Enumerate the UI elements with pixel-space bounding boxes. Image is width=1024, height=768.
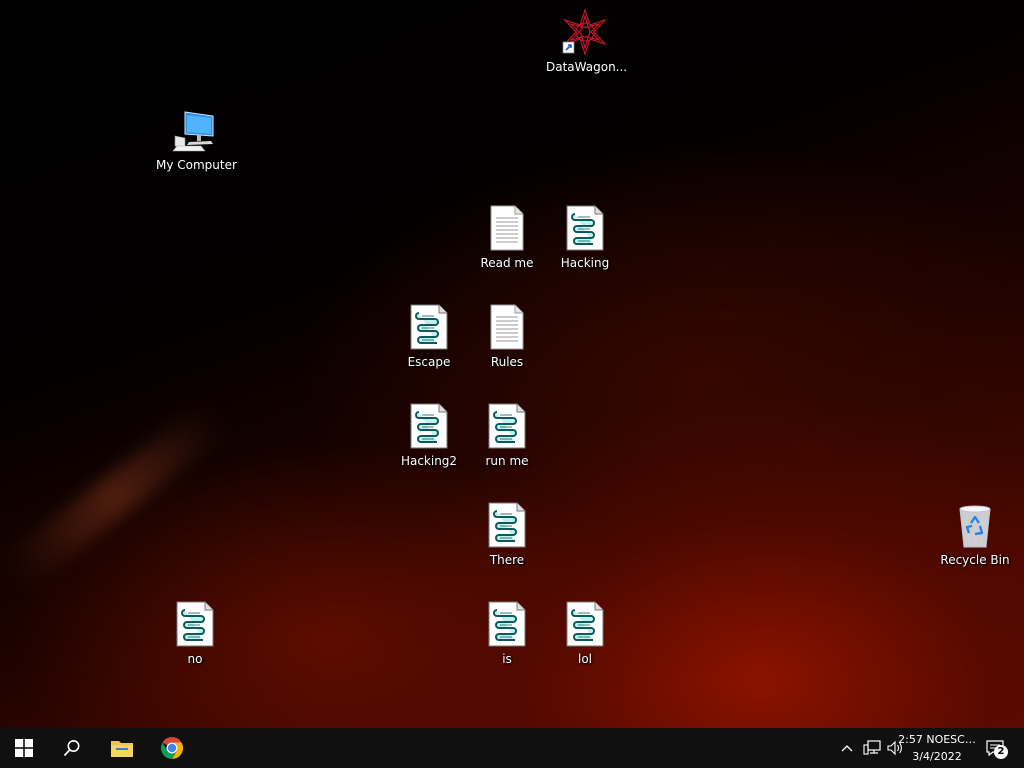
icon-label: lol — [577, 652, 592, 666]
no-script-file[interactable]: no — [156, 600, 234, 686]
icon-label: Hacking — [560, 256, 610, 270]
computer-icon — [172, 111, 214, 152]
recycle-bin-icon — [959, 505, 991, 548]
clock-time: 2:57 NOESC… — [898, 733, 976, 746]
clock[interactable]: 2:57 NOESC… 3/4/2022 — [898, 731, 976, 765]
icon-label: Hacking2 — [400, 454, 458, 468]
chrome-button[interactable] — [148, 728, 196, 768]
there-script-file[interactable]: There — [468, 501, 546, 587]
notification-count-badge: 2 — [994, 745, 1008, 759]
network-button[interactable] — [860, 728, 884, 768]
script-file-icon — [566, 205, 604, 251]
icon-label: is — [502, 652, 512, 666]
start-button[interactable] — [0, 728, 48, 768]
script-file-icon — [176, 601, 214, 647]
icon-label: DataWagon... — [546, 60, 628, 74]
clock-date: 3/4/2022 — [912, 750, 962, 763]
desktop[interactable]: DataWagon... My Computer Read me Hacking… — [0, 0, 1024, 728]
text-document-icon — [490, 304, 524, 350]
icon-label: Read me — [480, 256, 534, 270]
is-script-file[interactable]: is — [468, 600, 546, 686]
recycle-bin-shortcut[interactable]: Recycle Bin — [936, 501, 1014, 587]
icon-label: There — [489, 553, 525, 567]
network-icon — [863, 740, 881, 755]
hacking-script-file[interactable]: Hacking — [546, 204, 624, 290]
script-file-icon — [488, 601, 526, 647]
rules-file[interactable]: Rules — [468, 303, 546, 389]
file-explorer-button[interactable] — [98, 728, 146, 768]
icon-label: Escape — [407, 355, 451, 369]
script-file-icon — [488, 502, 526, 548]
hacking2-script-file[interactable]: Hacking2 — [390, 402, 468, 488]
taskbar: 2:57 NOESC… 3/4/2022 2 — [0, 728, 1024, 768]
text-document-icon — [490, 205, 524, 251]
action-center-button[interactable]: 2 — [980, 728, 1010, 768]
chrome-icon — [160, 737, 184, 759]
start-icon — [15, 739, 33, 757]
icon-label: run me — [485, 454, 529, 468]
search-icon — [63, 740, 80, 757]
show-hidden-icons-button[interactable] — [836, 728, 858, 768]
icon-label: My Computer — [156, 158, 237, 172]
icon-label: Rules — [490, 355, 524, 369]
datawagon-shortcut[interactable]: DataWagon... — [546, 8, 628, 94]
search-button[interactable] — [48, 728, 96, 768]
chevron-up-icon — [841, 745, 853, 752]
run-me-script-file[interactable]: run me — [468, 402, 546, 488]
script-file-icon — [410, 304, 448, 350]
script-file-icon — [566, 601, 604, 647]
icon-label: no — [187, 652, 203, 666]
read-me-file[interactable]: Read me — [468, 204, 546, 290]
script-file-icon — [410, 403, 448, 449]
icon-label: Recycle Bin — [940, 553, 1010, 567]
file-explorer-icon — [111, 741, 133, 757]
my-computer-shortcut[interactable]: My Computer — [156, 106, 237, 192]
escape-script-file[interactable]: Escape — [390, 303, 468, 389]
datawagon-icon — [562, 8, 608, 56]
lol-script-file[interactable]: lol — [546, 600, 624, 686]
script-file-icon — [488, 403, 526, 449]
